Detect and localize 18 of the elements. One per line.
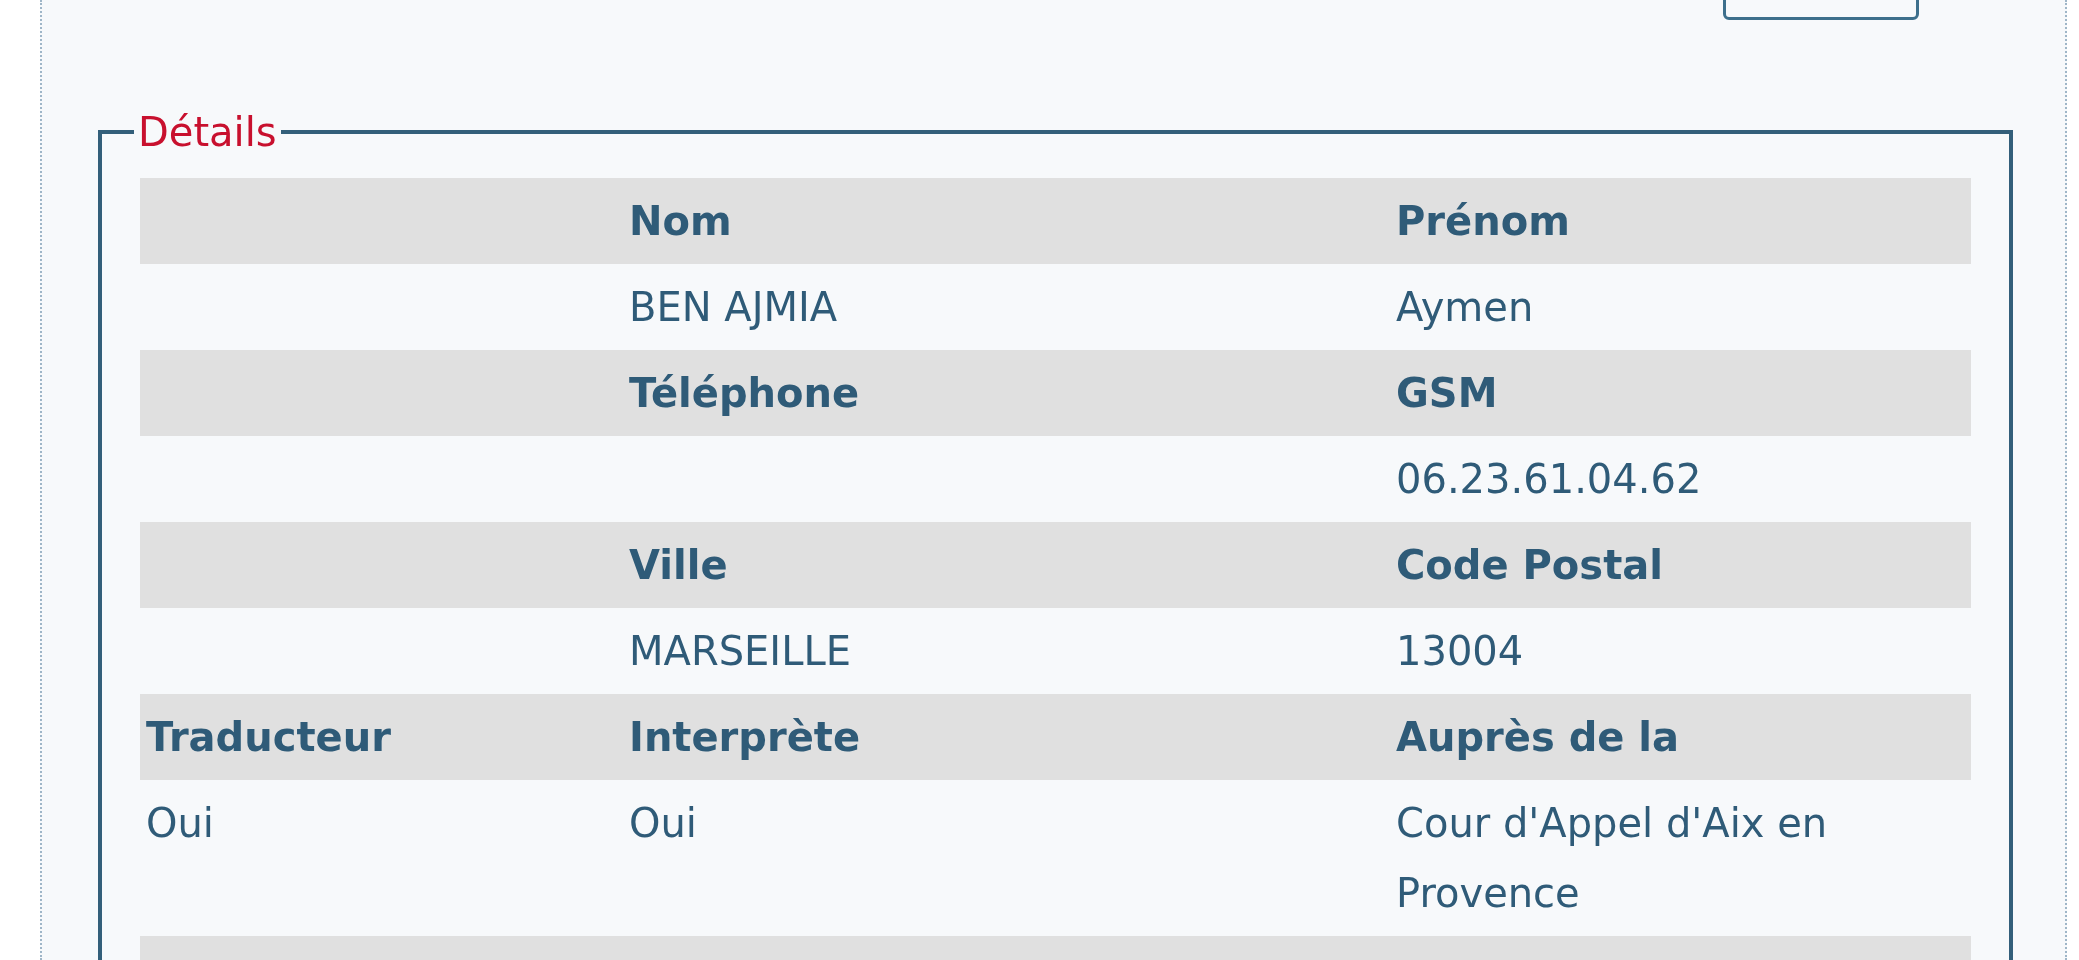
column-label: Traducteur xyxy=(146,714,391,760)
column-label: Ville xyxy=(629,542,728,588)
table-cell: Aymen xyxy=(1396,284,1534,330)
column-label: Interprète xyxy=(629,714,861,760)
column-label: Auprès de la xyxy=(1396,714,1680,760)
table-cell: 06.23.61.04.62 xyxy=(1396,456,1702,502)
table-cell: 13004 xyxy=(1396,628,1524,674)
fieldset-legend: Détails xyxy=(134,112,281,152)
table-cell: Oui xyxy=(629,800,697,846)
table-cell: Cour d'Appel d'Aix en Provence xyxy=(1396,800,1828,916)
column-label: Nom xyxy=(629,198,732,244)
column-label: Téléphone xyxy=(629,370,860,416)
table-cell: MARSEILLE xyxy=(629,628,851,674)
table-cell: Oui xyxy=(146,800,214,846)
table-cell: BEN AJMIA xyxy=(629,284,838,330)
column-label: Prénom xyxy=(1396,198,1570,244)
column-label: Code Postal xyxy=(1396,542,1663,588)
column-label: GSM xyxy=(1396,370,1498,416)
